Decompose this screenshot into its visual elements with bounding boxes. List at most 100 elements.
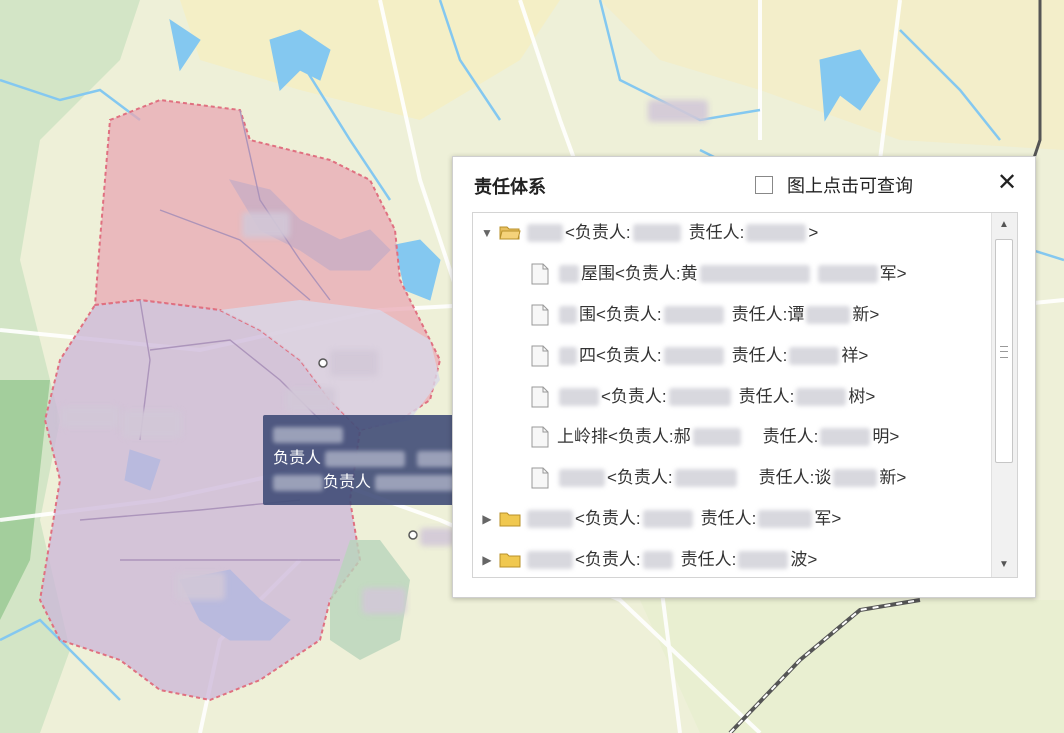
- tree-node-name: 围: [579, 305, 596, 324]
- redacted-text: [273, 426, 343, 443]
- map-query-toggle[interactable]: 图上点击可查询: [755, 172, 913, 198]
- tree-node-mid: 责任人:: [738, 387, 795, 406]
- tree-node-name: 上岭排: [557, 427, 608, 446]
- tree-node-text: <负责人:郝: [608, 427, 691, 446]
- tree-node-file[interactable]: 围 <负责人: 责任人:谭 新>: [531, 302, 879, 328]
- redacted-text: [668, 388, 731, 406]
- document-icon: [531, 304, 549, 326]
- tree-node-text: <负责人:: [607, 468, 673, 487]
- redacted-text: [559, 388, 599, 406]
- scroll-grip-icon: [1000, 346, 1008, 358]
- tree-node-end: 树>: [848, 387, 876, 406]
- map-query-label: 图上点击可查询: [787, 176, 913, 196]
- tree-container: ▼ <负责人: 责任人: > 屋围 <负责人:黄 军> 围 <负责人: 责任人:…: [472, 212, 1018, 578]
- map-view[interactable]: 负责人 负责人 > 责任体系 图上点击可查询 ✕ ▼: [0, 0, 1064, 733]
- tree-node-folder[interactable]: ▼ <负责人: 责任人: >: [479, 220, 818, 246]
- folder-icon: [499, 512, 521, 527]
- expand-toggle[interactable]: ▶: [479, 547, 495, 573]
- redacted-text: [738, 551, 789, 569]
- redacted-text: [833, 469, 878, 487]
- tree-node-mid: 责任人:谭: [731, 305, 805, 324]
- map-label-redacted: [242, 212, 290, 238]
- document-icon: [531, 386, 549, 408]
- redacted-text: [527, 551, 573, 569]
- tree-node-text: <负责人:: [565, 223, 631, 242]
- tree-node-folder[interactable]: ▶ <负责人: 责任人: 军>: [479, 506, 841, 532]
- tree-node-file[interactable]: <负责人: 责任人: 树>: [531, 384, 875, 410]
- tree-node-end: 新>: [879, 468, 907, 487]
- map-label-redacted: [648, 100, 708, 122]
- expand-toggle[interactable]: ▶: [479, 506, 495, 532]
- document-icon: [531, 345, 549, 367]
- tree-node-end: >: [808, 223, 819, 242]
- tree-node-folder[interactable]: ▶ <负责人: 责任人: 波>: [479, 547, 817, 573]
- map-label-redacted: [420, 528, 454, 546]
- tooltip-owner-label: 负责人: [273, 450, 322, 467]
- map-label-redacted: [60, 406, 120, 428]
- redacted-text: [632, 224, 681, 242]
- tree-node-mid: 责任人:谈: [758, 468, 832, 487]
- document-icon: [531, 467, 549, 489]
- tree-node-text: <负责人:: [575, 550, 641, 569]
- tree-node-mid: 责任人:: [762, 427, 819, 446]
- map-query-checkbox[interactable]: [755, 176, 773, 194]
- panel-header: 责任体系 图上点击可查询 ✕: [453, 157, 1035, 211]
- tree-node-end: 新>: [852, 305, 880, 324]
- tree-scrollbar[interactable]: ▲ ▼: [991, 213, 1017, 577]
- map-label-redacted: [330, 350, 378, 376]
- tree-node-name: 四: [579, 346, 596, 365]
- redacted-text: [642, 551, 673, 569]
- tree-node-file[interactable]: <负责人: 责任人:谈 新>: [531, 465, 906, 491]
- tree-node-file[interactable]: 四 <负责人: 责任人: 祥>: [531, 343, 868, 369]
- redacted-text: [273, 474, 323, 491]
- redacted-text: [758, 510, 813, 528]
- redacted-text: [527, 510, 573, 528]
- redacted-text: [796, 388, 847, 406]
- tree-node-text: <负责人:: [575, 509, 641, 528]
- redacted-text: [817, 265, 878, 283]
- tree-node-file[interactable]: 屋围 <负责人:黄 军>: [531, 261, 907, 287]
- document-icon: [531, 263, 549, 285]
- close-button[interactable]: ✕: [993, 169, 1021, 197]
- folder-open-icon: [499, 226, 521, 240]
- tree-node-mid: 责任人:: [688, 223, 745, 242]
- responsibility-tree: ▼ <负责人: 责任人: > 屋围 <负责人:黄 军> 围 <负责人: 责任人:…: [473, 213, 991, 577]
- redacted-text: [674, 469, 737, 487]
- tree-node-text: <负责人:黄: [615, 264, 698, 283]
- tree-node-text: <负责人:: [601, 387, 667, 406]
- map-label-redacted: [175, 572, 225, 600]
- tree-node-text: <负责人:: [596, 346, 662, 365]
- scroll-up-arrow-icon[interactable]: ▲: [994, 215, 1014, 235]
- redacted-text: [559, 265, 579, 283]
- tree-node-end: 祥>: [841, 346, 869, 365]
- redacted-text: [746, 224, 807, 242]
- expand-toggle[interactable]: ▼: [479, 220, 495, 246]
- redacted-text: [699, 265, 810, 283]
- tree-node-mid: 责任人:: [731, 346, 788, 365]
- tree-node-name: 屋围: [581, 264, 615, 283]
- tree-node-end: 明>: [872, 427, 900, 446]
- folder-icon: [499, 553, 521, 568]
- scroll-thumb[interactable]: [995, 239, 1013, 463]
- redacted-text: [806, 306, 851, 324]
- redacted-text: [642, 510, 693, 528]
- panel-title: 责任体系: [474, 177, 546, 197]
- redacted-text: [820, 428, 871, 446]
- map-label-redacted: [285, 388, 335, 412]
- redacted-text: [692, 428, 741, 446]
- tree-node-mid: 责任人:: [680, 550, 737, 569]
- tree-node-end: 波>: [790, 550, 818, 569]
- tree-node-text: <负责人:: [596, 305, 662, 324]
- redacted-text: [789, 347, 840, 365]
- redacted-text: [663, 347, 724, 365]
- tooltip-responsible-label: 负责人: [323, 474, 372, 491]
- redacted-text: [559, 469, 605, 487]
- redacted-text: [559, 347, 577, 365]
- map-label-redacted: [362, 588, 406, 614]
- redacted-text: [527, 224, 563, 242]
- redacted-text: [325, 450, 406, 467]
- tree-node-file[interactable]: 上岭排 <负责人:郝 责任人: 明>: [531, 424, 899, 450]
- tree-node-mid: 责任人:: [700, 509, 757, 528]
- scroll-down-arrow-icon[interactable]: ▼: [994, 555, 1014, 575]
- tree-node-end: 军>: [814, 509, 842, 528]
